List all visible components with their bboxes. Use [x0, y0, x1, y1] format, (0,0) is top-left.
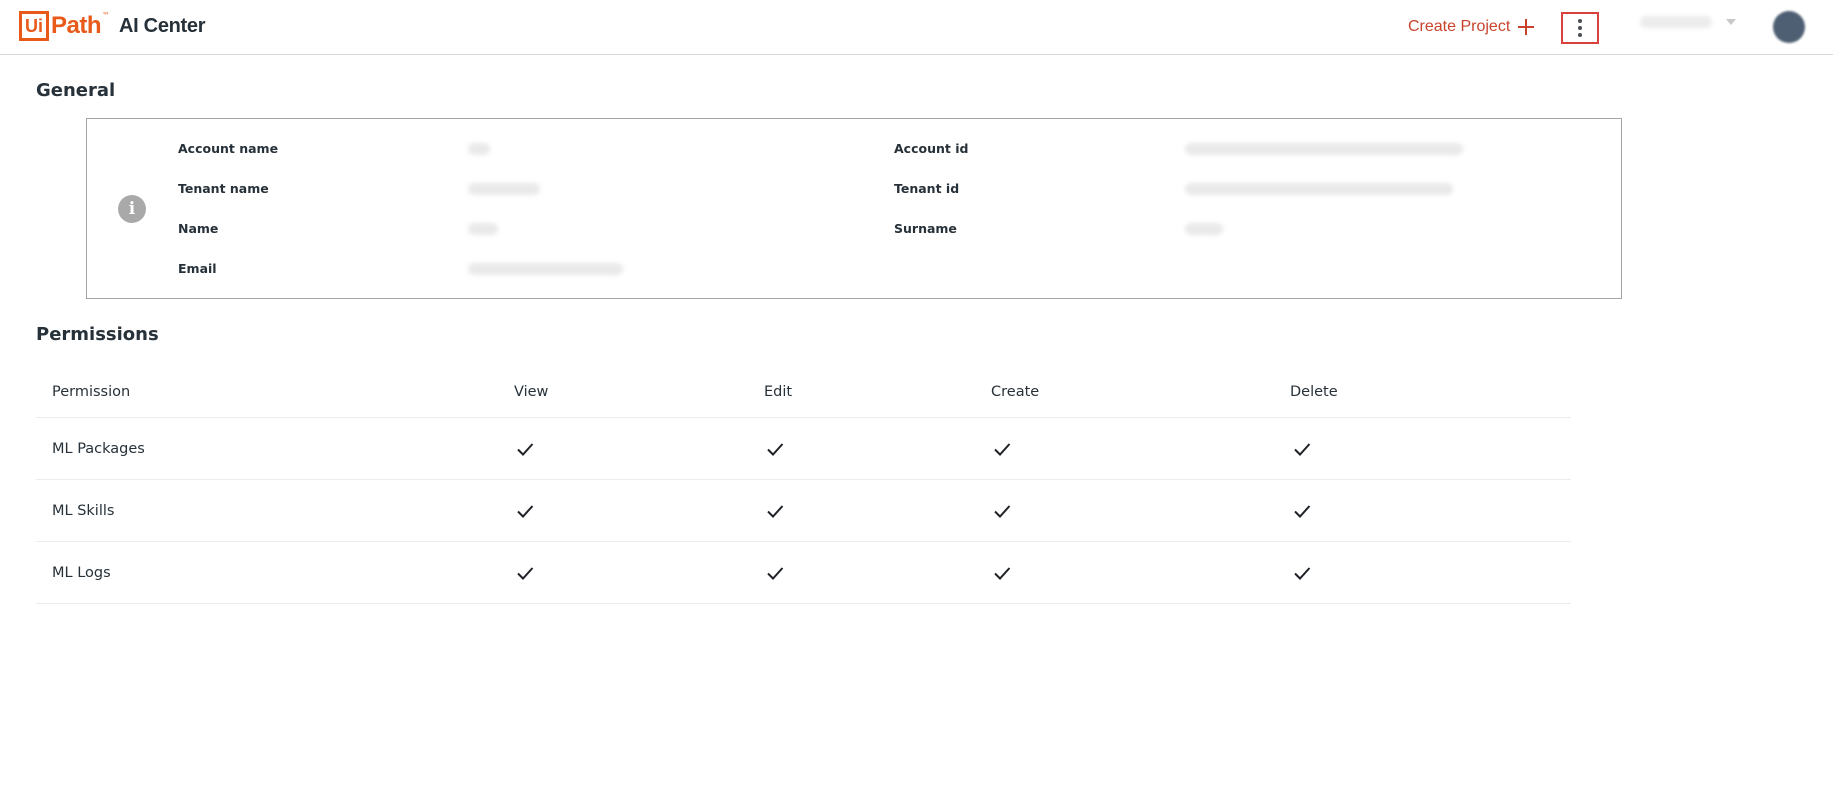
- check-icon: [515, 439, 535, 459]
- permission-name: ML Packages: [52, 440, 145, 457]
- more-vertical-icon: [1578, 33, 1582, 37]
- tenant-name-redacted: [1640, 16, 1712, 28]
- more-options-button[interactable]: [1561, 12, 1599, 44]
- avatar[interactable]: [1773, 11, 1805, 43]
- permission-delete-cell: [1292, 418, 1312, 479]
- check-icon: [992, 563, 1012, 583]
- table-header-row: Permission View Edit Create Delete: [36, 367, 1571, 418]
- table-row: ML Packages: [36, 418, 1571, 480]
- permissions-table: Permission View Edit Create Delete ML Pa…: [36, 367, 1571, 604]
- permissions-title: Permissions: [36, 324, 159, 345]
- create-project-label: Create Project: [1408, 18, 1511, 35]
- chevron-down-icon: [1726, 19, 1736, 25]
- permission-edit-cell: [765, 418, 785, 479]
- column-header-permission: Permission: [52, 384, 131, 400]
- permission-view-cell: [515, 480, 535, 541]
- product-name: AI Center: [119, 14, 206, 37]
- column-header-view: View: [514, 384, 549, 400]
- create-project-button[interactable]: Create Project: [1408, 14, 1535, 40]
- permission-delete-cell: [1292, 480, 1312, 541]
- column-header-delete: Delete: [1290, 384, 1338, 400]
- tenant-name-value-redacted: [468, 183, 540, 195]
- general-info-card: i Account name Tenant name Name Email Ac…: [86, 118, 1622, 299]
- logo-path-text: Path: [51, 12, 102, 39]
- permission-edit-cell: [765, 542, 785, 603]
- check-icon: [765, 439, 785, 459]
- tenant-name-label: Tenant name: [178, 181, 269, 196]
- permission-edit-cell: [765, 480, 785, 541]
- check-icon: [765, 563, 785, 583]
- account-name-label: Account name: [178, 141, 279, 156]
- email-label: Email: [178, 261, 217, 276]
- check-icon: [1292, 439, 1312, 459]
- account-name-value-redacted: [468, 143, 490, 155]
- permission-name: ML Logs: [52, 564, 111, 581]
- surname-label: Surname: [894, 221, 957, 236]
- check-icon: [992, 439, 1012, 459]
- check-icon: [515, 501, 535, 521]
- info-icon: i: [118, 195, 146, 223]
- check-icon: [765, 501, 785, 521]
- general-title: General: [36, 80, 116, 101]
- account-id-label: Account id: [894, 141, 969, 156]
- tenant-switcher[interactable]: [1640, 16, 1736, 28]
- permission-create-cell: [992, 480, 1012, 541]
- check-icon: [992, 501, 1012, 521]
- permission-create-cell: [992, 542, 1012, 603]
- column-header-edit: Edit: [764, 384, 793, 400]
- tenant-id-value-redacted: [1185, 183, 1453, 195]
- name-label: Name: [178, 221, 219, 236]
- uipath-logo[interactable]: Ui Path ™ AI Center: [19, 9, 206, 43]
- logo-trademark: ™: [102, 11, 111, 20]
- top-bar: Ui Path ™ AI Center Create Project: [0, 0, 1833, 55]
- account-id-value-redacted: [1185, 143, 1463, 155]
- check-icon: [1292, 563, 1312, 583]
- plus-icon: [1518, 19, 1535, 35]
- permission-name: ML Skills: [52, 502, 115, 519]
- check-icon: [515, 563, 535, 583]
- check-icon: [1292, 501, 1312, 521]
- table-row: ML Logs: [36, 542, 1571, 604]
- column-header-create: Create: [991, 384, 1040, 400]
- more-vertical-icon: [1578, 19, 1582, 23]
- permission-view-cell: [515, 542, 535, 603]
- email-value-redacted: [468, 263, 623, 275]
- permission-view-cell: [515, 418, 535, 479]
- surname-value-redacted: [1185, 223, 1223, 235]
- name-value-redacted: [468, 223, 498, 235]
- logo-ui-box: Ui: [19, 11, 49, 41]
- more-vertical-icon: [1578, 26, 1582, 30]
- permission-delete-cell: [1292, 542, 1312, 603]
- permission-create-cell: [992, 418, 1012, 479]
- table-row: ML Skills: [36, 480, 1571, 542]
- tenant-id-label: Tenant id: [894, 181, 960, 196]
